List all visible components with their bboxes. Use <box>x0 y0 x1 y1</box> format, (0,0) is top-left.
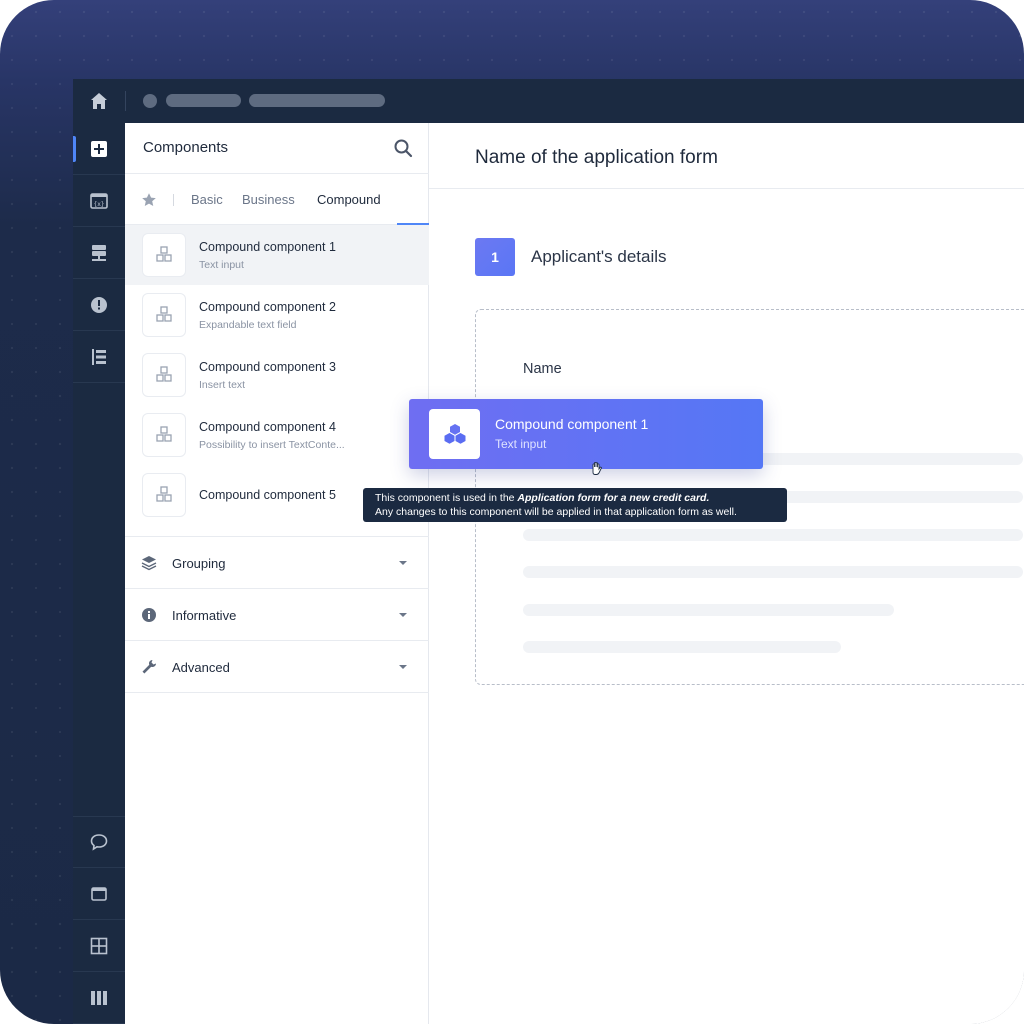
tooltip-line-1: This component is used in the Applicatio… <box>375 491 775 505</box>
rail-item-library[interactable] <box>73 972 125 1024</box>
list-item[interactable]: Compound component 2 Expandable text fie… <box>125 285 429 345</box>
component-name: Compound component 2 <box>199 299 336 314</box>
app-frame: {x} Components Basic Business Compound C… <box>0 0 1024 1024</box>
list-tree-icon <box>92 348 106 365</box>
layers-icon <box>141 556 157 571</box>
cubes-icon <box>156 306 172 322</box>
rail-item-data[interactable] <box>73 227 125 279</box>
component-tabs: Basic Business Compound <box>125 174 465 225</box>
rail-item-alerts[interactable] <box>73 279 125 331</box>
skeleton-line <box>523 604 894 616</box>
form-canvas: Name of the application form 1 Applicant… <box>429 123 1024 1024</box>
component-name: Compound component 5 <box>199 488 336 502</box>
component-name: Compound component 1 <box>199 239 336 254</box>
columns-icon <box>91 990 107 1005</box>
grid-icon <box>90 937 108 954</box>
group-informative[interactable]: Informative <box>125 589 429 641</box>
skeleton-line <box>523 641 841 653</box>
chevron-down-icon[interactable] <box>399 561 407 565</box>
group-label: Advanced <box>172 660 230 675</box>
component-list: Compound component 1 Text input Compound… <box>125 225 429 525</box>
breadcrumb-placeholder <box>249 94 385 107</box>
panel-header: Components <box>125 123 429 174</box>
component-subtitle: Insert text <box>199 378 246 391</box>
component-thumbnail <box>142 413 186 457</box>
chevron-down-icon[interactable] <box>399 613 407 617</box>
list-item[interactable]: Compound component 1 Text input <box>125 225 429 285</box>
chevron-down-icon[interactable] <box>399 665 407 669</box>
component-subtitle: Text input <box>199 258 244 271</box>
svg-text:{x}: {x} <box>94 201 105 208</box>
skeleton-line <box>523 566 1023 578</box>
component-thumbnail <box>142 473 186 517</box>
alert-circle-icon <box>91 296 107 313</box>
page-title: Name of the application form <box>475 147 718 168</box>
top-bar <box>73 79 1024 123</box>
group-label: Informative <box>172 608 237 623</box>
rail-item-comments[interactable] <box>73 816 125 868</box>
field-label: Name <box>523 361 562 377</box>
list-item[interactable]: Compound component 4 Possibility to inse… <box>125 405 429 465</box>
grab-cursor-icon <box>592 461 602 475</box>
topbar-divider <box>125 91 126 111</box>
breadcrumb-placeholder-dot <box>143 94 157 108</box>
wrench-icon <box>142 660 156 674</box>
component-name: Compound component 4 <box>199 419 336 434</box>
dragged-component-card[interactable]: Compound component 1 Text input <box>409 399 763 469</box>
window-code-icon: {x} <box>90 192 108 209</box>
panel-title: Components <box>143 139 229 156</box>
cubes-icon <box>156 246 172 262</box>
cubes-icon <box>156 486 172 502</box>
component-thumbnail <box>142 353 186 397</box>
tooltip-emphasis: Application form for a new credit card. <box>517 492 710 504</box>
cubes-icon <box>444 424 465 444</box>
database-network-icon <box>92 244 106 261</box>
dragged-component-name: Compound component 1 <box>495 416 649 432</box>
form-header: Name of the application form <box>429 123 1024 189</box>
rail-item-code[interactable]: {x} <box>73 175 125 227</box>
component-thumbnail <box>142 293 186 337</box>
rail-item-structure[interactable] <box>73 331 125 383</box>
rail-item-add-component[interactable] <box>73 123 125 175</box>
group-advanced[interactable]: Advanced <box>125 641 429 693</box>
step-number-badge: 1 <box>475 238 515 276</box>
component-thumbnail <box>429 409 480 459</box>
group-grouping[interactable]: Grouping <box>125 537 429 589</box>
dragged-component-subtitle: Text input <box>495 437 547 451</box>
usage-tooltip: This component is used in the Applicatio… <box>363 488 787 522</box>
skeleton-line <box>523 529 1023 541</box>
star-icon[interactable] <box>141 192 157 208</box>
home-icon[interactable] <box>89 91 109 111</box>
search-icon[interactable] <box>393 138 413 158</box>
list-item[interactable]: Compound component 3 Insert text <box>125 345 429 405</box>
components-panel: Components Basic Business Compound Compo… <box>125 123 465 1024</box>
component-thumbnail <box>142 233 186 277</box>
component-groups: Grouping Informative Advanced <box>125 536 429 693</box>
tab-basic[interactable]: Basic <box>191 192 223 207</box>
tab-divider <box>173 194 174 206</box>
group-label: Grouping <box>172 556 226 571</box>
step-title: Applicant's details <box>531 247 667 266</box>
cubes-icon <box>156 366 172 382</box>
chat-bubble-icon <box>90 834 108 851</box>
tab-compound[interactable]: Compound <box>317 192 381 207</box>
tooltip-line-2: Any changes to this component will be ap… <box>375 506 737 518</box>
icon-rail: {x} <box>73 123 125 1024</box>
app-window: {x} Components Basic Business Compound C… <box>73 79 1024 1024</box>
rail-item-layout[interactable] <box>73 920 125 972</box>
cubes-icon <box>156 426 172 442</box>
add-square-icon <box>91 140 107 157</box>
component-subtitle: Expandable text field <box>199 318 297 331</box>
component-name: Compound component 3 <box>199 359 336 374</box>
breadcrumb-placeholder <box>166 94 241 107</box>
tab-business[interactable]: Business <box>242 192 295 207</box>
component-subtitle: Possibility to insert TextConte... <box>199 438 345 451</box>
rail-item-preview[interactable] <box>73 868 125 920</box>
info-icon <box>142 608 156 622</box>
browser-window-icon <box>91 886 107 901</box>
tooltip-text: This component is used in the <box>375 492 518 504</box>
